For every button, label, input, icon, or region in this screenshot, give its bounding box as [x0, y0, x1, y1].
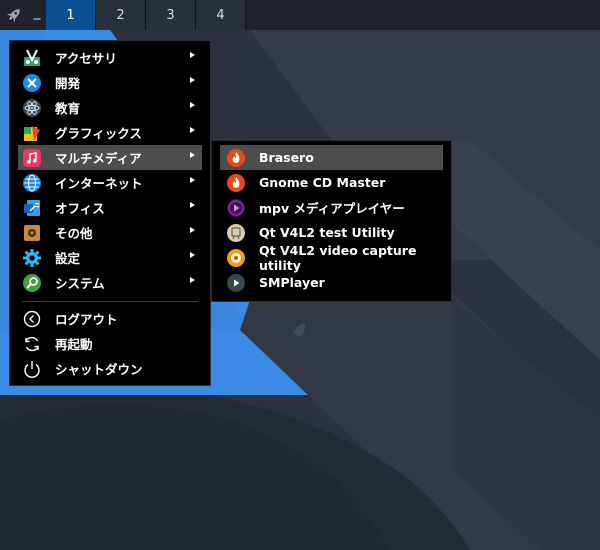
development-icon: [22, 73, 42, 93]
submenu-arrow-icon: [190, 102, 195, 108]
accessories-icon: [22, 48, 42, 68]
submenu-item-label: Qt V4L2 video capture utility: [259, 242, 417, 273]
submenu-item-mpv[interactable]: mpv メディアプレイヤー: [212, 195, 451, 220]
menu-item-label: 設定: [55, 251, 81, 266]
menu-item-reboot[interactable]: 再起動: [10, 331, 210, 356]
menu-item-education[interactable]: 教育: [10, 95, 210, 120]
submenu-item-label: mpv メディアプレイヤー: [259, 201, 405, 216]
graphics-icon: [22, 123, 42, 143]
menu-item-label: ログアウト: [55, 312, 118, 327]
menu-item-other[interactable]: その他: [10, 220, 210, 245]
submenu-arrow-icon: [190, 152, 195, 158]
submenu-item-qv4l2[interactable]: Qt V4L2 test Utility: [212, 220, 451, 245]
menu-item-internet[interactable]: インターネット: [10, 170, 210, 195]
submenu-item-brasero[interactable]: Brasero: [220, 145, 443, 170]
submenu-item-label: Gnome CD Master: [259, 175, 386, 190]
submenu-item-label: Brasero: [259, 150, 314, 165]
internet-icon: [22, 173, 42, 193]
gnome-cd-master-icon: [226, 173, 246, 193]
menu-item-label: オフィス: [55, 201, 105, 216]
qvidcap-icon: [226, 248, 246, 268]
submenu-arrow-icon: [190, 77, 195, 83]
menu-item-label: 再起動: [55, 337, 93, 352]
submenu-item-qvidcap[interactable]: Qt V4L2 video capture utility: [212, 242, 451, 273]
smplayer-icon: [226, 273, 246, 293]
office-icon: [22, 198, 42, 218]
menu-item-multimedia[interactable]: マルチメディア: [18, 145, 202, 170]
menu-item-system[interactable]: システム: [10, 270, 210, 295]
workspace-3-button[interactable]: 3: [146, 0, 196, 30]
menu-item-label: 開発: [55, 76, 81, 91]
other-icon: [22, 223, 42, 243]
submenu-item-gnome-cd-master[interactable]: Gnome CD Master: [212, 170, 451, 195]
top-panel: _ 1 2 3 4: [0, 0, 600, 30]
menu-divider: [22, 301, 198, 302]
submenu-arrow-icon: [190, 127, 195, 133]
menu-item-settings[interactable]: 設定: [10, 245, 210, 270]
workspace-1-button[interactable]: 1: [46, 0, 96, 30]
submenu-arrow-icon: [190, 52, 195, 58]
menu-item-label: システム: [55, 276, 105, 291]
submenu-item-smplayer[interactable]: SMPlayer: [212, 270, 451, 295]
qv4l2-icon: [226, 223, 246, 243]
menu-item-label: マルチメディア: [55, 151, 142, 166]
rocket-icon: [6, 9, 20, 23]
menu-item-label: アクセサリ: [55, 51, 117, 66]
education-icon: [22, 98, 42, 118]
menu-item-accessories[interactable]: アクセサリ: [10, 45, 210, 70]
system-icon: [22, 273, 42, 293]
application-menu: アクセサリ 開発 教育 グラフィックス マルチメディア インターネット オフィス…: [9, 40, 211, 386]
submenu-arrow-icon: [190, 252, 195, 258]
submenu-item-label: Qt V4L2 test Utility: [259, 225, 395, 240]
reboot-icon: [22, 334, 42, 354]
multimedia-icon: [22, 148, 42, 168]
menu-item-graphics[interactable]: グラフィックス: [10, 120, 210, 145]
shutdown-icon: [22, 359, 42, 379]
submenu-arrow-icon: [190, 177, 195, 183]
menu-item-label: グラフィックス: [55, 126, 142, 141]
menu-item-label: その他: [55, 226, 93, 241]
submenu-arrow-icon: [190, 202, 195, 208]
workspace-4-button[interactable]: 4: [196, 0, 246, 30]
workspace-2-button[interactable]: 2: [96, 0, 146, 30]
menu-item-logout[interactable]: ログアウト: [10, 306, 210, 331]
logout-icon: [22, 309, 42, 329]
submenu-item-label: SMPlayer: [259, 275, 325, 290]
menu-item-office[interactable]: オフィス: [10, 195, 210, 220]
brasero-icon: [226, 148, 246, 168]
submenu-arrow-icon: [190, 227, 195, 233]
panel-empty-area: [246, 0, 600, 30]
menu-item-development[interactable]: 開発: [10, 70, 210, 95]
multimedia-submenu: Brasero Gnome CD Master mpv メディアプレイヤー Qt…: [211, 140, 452, 302]
menu-item-label: インターネット: [55, 176, 143, 191]
submenu-arrow-icon: [190, 277, 195, 283]
menu-item-shutdown[interactable]: シャットダウン: [10, 356, 210, 381]
settings-icon: [22, 248, 42, 268]
app-launcher-button[interactable]: [0, 0, 28, 30]
panel-separator: _: [33, 4, 41, 20]
menu-item-label: シャットダウン: [55, 362, 143, 377]
mpv-icon: [226, 198, 246, 218]
menu-item-label: 教育: [55, 101, 81, 116]
